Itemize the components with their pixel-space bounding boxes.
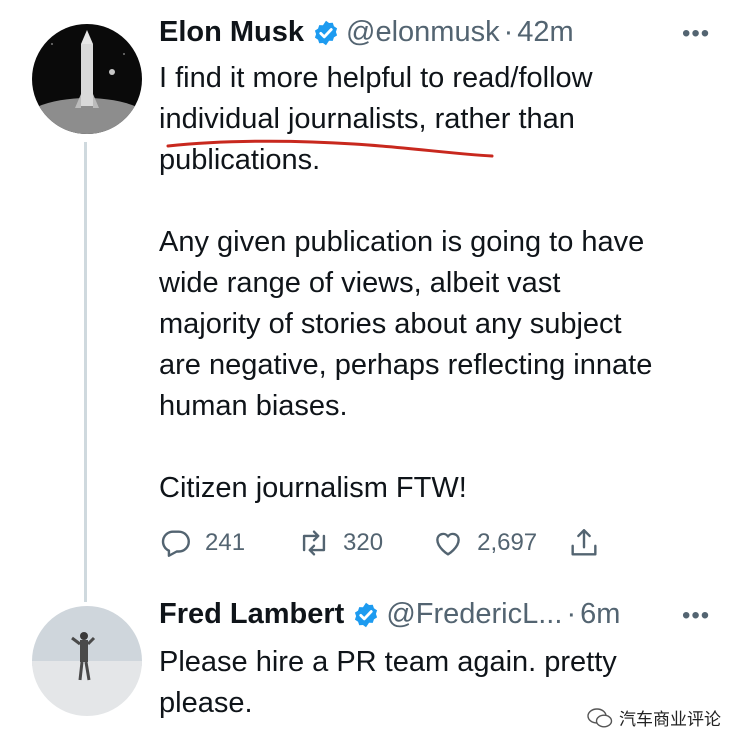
tweet-text: I find it more helpful to read/follow in… [159, 62, 653, 504]
timestamp[interactable]: 42m [517, 16, 573, 49]
wechat-logo-icon [587, 707, 613, 728]
more-options-icon[interactable]: ••• [682, 20, 710, 48]
reply-icon [161, 530, 190, 557]
fred-lambert-avatar[interactable] [32, 606, 142, 716]
retweet-count: 320 [343, 529, 384, 556]
reply-tweet-header: Fred Lambert @FredericL... · 6m [159, 598, 620, 631]
share-icon [571, 529, 597, 556]
tweet-header: Elon Musk @elonmusk · 42m [159, 16, 574, 49]
hand-drawn-underline-annotation [166, 139, 494, 158]
wechat-watermark: 汽车商业评论 [587, 705, 721, 730]
heart-icon [436, 532, 460, 556]
like-count: 2,697 [477, 529, 538, 556]
person-on-salt-flat-image [32, 606, 142, 716]
retweet-icon [302, 530, 326, 556]
verified-badge-icon [312, 19, 340, 47]
starship-moon-image [32, 24, 142, 134]
author-name[interactable]: Elon Musk [159, 16, 304, 49]
author-handle[interactable]: @elonmusk [346, 16, 500, 49]
thread-connector-line [84, 142, 87, 602]
reply-button[interactable]: 241 [159, 526, 245, 560]
tweet-actions: 241 320 2,697 [159, 526, 601, 560]
like-button[interactable]: 2,697 [431, 526, 537, 560]
verified-badge-icon [352, 601, 380, 629]
reply-timestamp[interactable]: 6m [580, 598, 620, 631]
reply-author-handle[interactable]: @FredericL... [386, 598, 562, 631]
share-button[interactable] [567, 526, 601, 560]
elon-musk-avatar[interactable] [32, 24, 142, 134]
watermark-text: 汽车商业评论 [619, 710, 721, 729]
separator-dot: · [566, 598, 577, 630]
reply-count: 241 [205, 529, 246, 556]
separator-dot: · [503, 16, 514, 48]
retweet-button[interactable]: 320 [297, 526, 383, 560]
reply-author-name[interactable]: Fred Lambert [159, 598, 344, 631]
reply-more-options-icon[interactable]: ••• [682, 602, 710, 630]
